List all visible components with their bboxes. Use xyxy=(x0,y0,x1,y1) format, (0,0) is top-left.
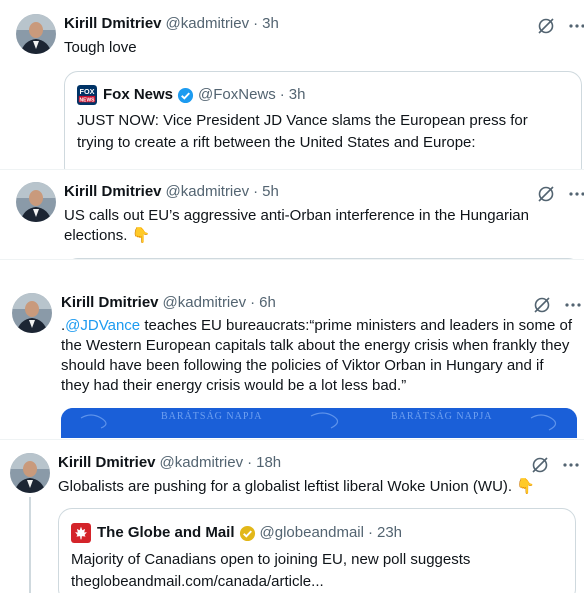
tweet[interactable]: Kirill Dmitriev @kadmitriev · 3h Tough l… xyxy=(0,0,584,170)
author-name[interactable]: Kirill Dmitriev xyxy=(64,182,162,202)
quote-text: Majority of Canadians open to joining EU… xyxy=(71,551,471,568)
quote-timestamp[interactable]: 3h xyxy=(289,85,306,105)
mention-link[interactable]: @JDVance xyxy=(65,317,140,334)
quote-handle[interactable]: @globeandmail xyxy=(260,523,364,543)
timestamp[interactable]: 3h xyxy=(262,14,279,34)
author-name[interactable]: Kirill Dmitriev xyxy=(64,14,162,34)
affiliate-badge xyxy=(239,525,256,542)
quote-source-name[interactable]: Fox News xyxy=(103,85,173,105)
quote-handle[interactable]: @FoxNews xyxy=(198,85,276,105)
fox-news-logo: FOXNEWS xyxy=(77,85,97,105)
quote-link[interactable]: theglobeandmail.com/canada/article... xyxy=(71,571,561,593)
tweet-text-block: US calls out EU’s aggressive anti-Orban … xyxy=(64,206,569,246)
tweet[interactable]: Kirill Dmitriev @kadmitriev · 5h US call… xyxy=(0,170,584,260)
author-handle[interactable]: @kadmitriev xyxy=(166,182,250,202)
timestamp[interactable]: 18h xyxy=(256,453,281,473)
grok-icon[interactable] xyxy=(537,17,555,35)
tweet-text: Globalists are pushing for a globalist l… xyxy=(58,478,513,495)
pointing-down-emoji: 👇 xyxy=(131,227,151,244)
verified-badge xyxy=(177,87,194,104)
separator: · xyxy=(367,524,373,541)
avatar[interactable] xyxy=(16,182,56,222)
timestamp[interactable]: 6h xyxy=(259,293,276,313)
avatar[interactable] xyxy=(16,14,56,54)
separator: · xyxy=(279,86,285,103)
author-name[interactable]: Kirill Dmitriev xyxy=(61,293,159,313)
tweet-text-block: .@JDVance teaches EU bureaucrats:“prime … xyxy=(61,316,573,396)
more-icon[interactable] xyxy=(569,186,584,202)
avatar[interactable] xyxy=(10,453,50,493)
tweet-text: Tough love xyxy=(64,39,137,56)
separator: · xyxy=(253,15,259,32)
author-handle[interactable]: @kadmitriev xyxy=(163,293,247,313)
separator: · xyxy=(253,183,259,200)
quote-timestamp[interactable]: 23h xyxy=(377,523,402,543)
tweet[interactable]: Kirill Dmitriev @kadmitriev · 18h Global… xyxy=(0,440,584,593)
tweet[interactable]: Kirill Dmitriev @kadmitriev · 6h .@JDVan… xyxy=(0,260,584,440)
media-image[interactable]: BARÁTSÁG NAPJA BARÁTSÁG NAPJA xyxy=(61,408,577,438)
author-name[interactable]: Kirill Dmitriev xyxy=(58,453,156,473)
separator: · xyxy=(247,454,253,471)
pointing-down-emoji: 👇 xyxy=(516,478,535,495)
tweet-text-block: Globalists are pushing for a globalist l… xyxy=(58,477,578,497)
svg-text:NEWS: NEWS xyxy=(80,97,96,103)
quoted-tweet[interactable]: The Globe and Mail @globeandmail · 23h M… xyxy=(58,508,576,593)
globe-and-mail-logo xyxy=(71,523,91,543)
author-handle[interactable]: @kadmitriev xyxy=(160,453,244,473)
grok-icon[interactable] xyxy=(533,296,551,314)
quoted-tweet[interactable]: FOX NEWS Fox News @FoxNews · 3h JUST NOW:… xyxy=(64,71,582,169)
grok-icon[interactable] xyxy=(537,185,555,203)
thread-line xyxy=(29,497,31,593)
svg-text:FOX: FOX xyxy=(80,87,95,96)
quote-source-name[interactable]: The Globe and Mail xyxy=(97,523,235,543)
more-icon[interactable] xyxy=(569,18,584,34)
quote-text: JUST NOW: Vice President JD Vance slams … xyxy=(77,112,528,151)
separator: · xyxy=(250,294,256,311)
timestamp[interactable]: 5h xyxy=(262,182,279,202)
banner-text: BARÁTSÁG NAPJA xyxy=(391,411,493,422)
more-icon[interactable] xyxy=(563,457,579,473)
grok-icon[interactable] xyxy=(531,456,549,474)
more-icon[interactable] xyxy=(565,297,581,313)
author-handle[interactable]: @kadmitriev xyxy=(166,14,250,34)
avatar[interactable] xyxy=(12,293,52,333)
banner-text: BARÁTSÁG NAPJA xyxy=(161,411,263,422)
